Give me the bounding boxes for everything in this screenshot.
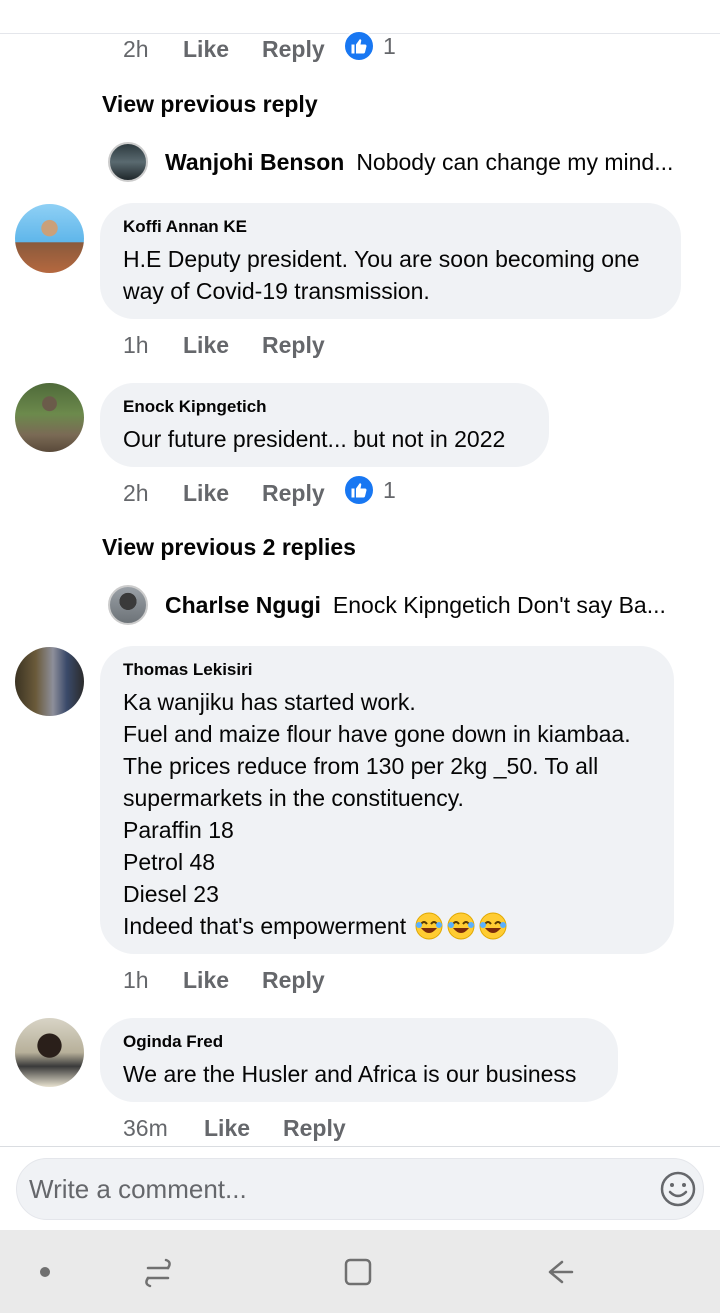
comment-input-placeholder: Write a comment...	[29, 1173, 247, 1204]
timestamp: 2h	[123, 36, 149, 62]
comment-meta-top: 2h Like Reply	[123, 36, 325, 63]
comment-input[interactable]: Write a comment...	[16, 1158, 704, 1220]
collapsed-reply[interactable]: Wanjohi Benson Nobody can change my mind…	[108, 142, 688, 182]
comment-bubble: Enock Kipngetich Our future president...…	[100, 383, 549, 467]
comment-author[interactable]: Oginda Fred	[123, 1032, 596, 1052]
comment-text-line: Fuel and maize flour have gone down in k…	[123, 721, 631, 747]
reply-author[interactable]: Charlse Ngugi	[165, 592, 321, 619]
reaction-count-value: 1	[383, 476, 396, 503]
comment-text-line: Our future president... but not in 2022	[123, 426, 506, 452]
reply-preview: Enock Kipngetich Don't say Ba...	[332, 591, 666, 618]
comment-meta: 1h Like Reply	[123, 332, 325, 359]
reply-preview: Nobody can change my mind...	[356, 148, 674, 175]
timestamp: 36m	[123, 1115, 168, 1141]
comment-author[interactable]: Koffi Annan KE	[123, 217, 659, 237]
comment-meta: 36m Like Reply	[123, 1115, 346, 1142]
timestamp: 2h	[123, 480, 149, 506]
comment-meta: 2h Like Reply	[123, 480, 325, 507]
comment-bubble: Thomas Lekisiri Ka wanjiku has started w…	[100, 646, 674, 954]
comment-text-line: way of Covid-19 transmission.	[123, 278, 430, 304]
reaction-count-value: 1	[383, 32, 396, 59]
laughing-emoji-icon	[414, 911, 510, 941]
like-button[interactable]: Like	[183, 36, 262, 63]
avatar[interactable]	[15, 204, 84, 273]
comment-text-line: Petrol 48	[123, 849, 216, 875]
comment-text-line: supermarkets in the constituency.	[123, 785, 464, 811]
emoji-icon[interactable]	[658, 1169, 698, 1209]
comment-bubble: Oginda Fred We are the Husler and Africa…	[100, 1018, 618, 1102]
avatar[interactable]	[15, 647, 84, 716]
comment-author[interactable]: Enock Kipngetich	[123, 397, 527, 417]
nav-dot-icon[interactable]	[27, 1254, 63, 1290]
timestamp: 1h	[123, 967, 149, 993]
reply-button[interactable]: Reply	[262, 480, 325, 507]
like-button[interactable]: Like	[183, 967, 262, 994]
comment-meta: 1h Like Reply	[123, 967, 325, 994]
like-button[interactable]: Like	[183, 480, 262, 507]
comment-text-line: Paraffin 18	[123, 817, 234, 843]
avatar[interactable]	[15, 1018, 84, 1087]
comment-text-line: H.E Deputy president. You are soon becom…	[123, 246, 640, 272]
reply-author[interactable]: Wanjohi Benson	[165, 149, 344, 176]
like-reaction-icon	[343, 474, 375, 506]
reply-button[interactable]: Reply	[262, 967, 325, 994]
comment-text-line-with-emoji: Indeed that's empowerment	[123, 910, 652, 942]
avatar[interactable]	[108, 142, 148, 182]
recent-apps-icon[interactable]	[140, 1254, 176, 1290]
like-button[interactable]: Like	[183, 332, 262, 359]
comment-text-line: The prices reduce from 130 per 2kg _50. …	[123, 753, 599, 779]
home-icon[interactable]	[340, 1254, 376, 1290]
avatar[interactable]	[15, 383, 84, 452]
comment-author[interactable]: Thomas Lekisiri	[123, 660, 652, 680]
avatar[interactable]	[108, 585, 148, 625]
comment-text-line: We are the Husler and Africa is our busi…	[123, 1061, 577, 1087]
reply-button[interactable]: Reply	[283, 1115, 346, 1142]
comment-text: Indeed that's empowerment	[123, 913, 407, 939]
system-navigation-bar	[0, 1230, 720, 1313]
reply-button[interactable]: Reply	[262, 332, 325, 359]
collapsed-reply[interactable]: Charlse Ngugi Enock Kipngetich Don't say…	[108, 585, 688, 625]
top-divider	[0, 0, 720, 34]
reaction-count[interactable]: 1	[343, 474, 396, 506]
comment-text-line: Diesel 23	[123, 881, 219, 907]
view-previous-reply-link[interactable]: View previous reply	[102, 91, 318, 118]
view-previous-replies-link[interactable]: View previous 2 replies	[102, 534, 356, 561]
reply-button[interactable]: Reply	[262, 36, 325, 63]
like-reaction-icon	[343, 30, 375, 62]
comment-text-line: Ka wanjiku has started work.	[123, 689, 416, 715]
like-button[interactable]: Like	[204, 1115, 283, 1142]
comment-composer: Write a comment...	[0, 1146, 720, 1230]
reaction-count[interactable]: 1	[343, 30, 396, 62]
timestamp: 1h	[123, 332, 149, 358]
comment-bubble: Koffi Annan KE H.E Deputy president. You…	[100, 203, 681, 319]
back-icon[interactable]	[542, 1254, 578, 1290]
